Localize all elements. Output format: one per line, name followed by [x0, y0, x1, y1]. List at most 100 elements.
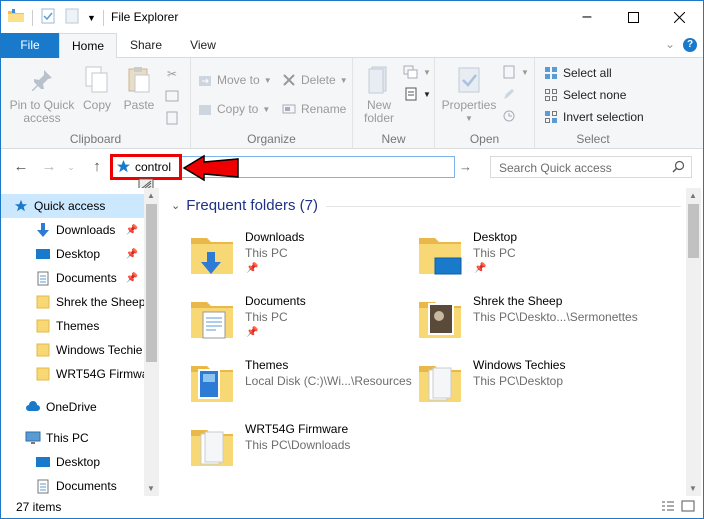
- pin-icon: 📌: [125, 272, 138, 284]
- qat-dropdown-icon[interactable]: ▼: [87, 13, 96, 23]
- nav-item-label: WRT54G Firmwa: [56, 367, 144, 381]
- nav-item-label: Shrek the Sheep: [56, 295, 144, 309]
- easy-access-icon: [403, 86, 419, 102]
- nav-item-themes[interactable]: Themes: [1, 314, 144, 338]
- nav-item-desktop[interactable]: Desktop 📌: [1, 242, 144, 266]
- select-none-label: Select none: [563, 88, 627, 102]
- select-none-button[interactable]: Select none: [543, 87, 626, 103]
- folder-tile[interactable]: Downloads This PC 📌: [189, 230, 419, 290]
- new-item-icon: [403, 64, 419, 80]
- new-folder-qat-icon[interactable]: [64, 8, 80, 27]
- folder-tile[interactable]: Documents This PC 📌: [189, 294, 419, 354]
- scroll-down-icon[interactable]: ▼: [689, 484, 697, 493]
- paste-shortcut-button[interactable]: [164, 110, 180, 126]
- scroll-up-icon[interactable]: ▲: [147, 191, 155, 200]
- folder-tile[interactable]: WRT54G Firmware This PC\Downloads: [189, 422, 419, 482]
- go-arrow-icon[interactable]: →: [459, 159, 472, 174]
- nav-pc-documents[interactable]: Documents: [1, 474, 144, 498]
- rename-button[interactable]: Rename: [281, 101, 346, 117]
- nav-item-downloads[interactable]: Downloads 📌: [1, 218, 144, 242]
- folder-icon: [35, 366, 51, 382]
- properties-qat-icon[interactable]: [40, 8, 56, 27]
- nav-item-label: Windows Techie: [56, 343, 143, 357]
- maximize-button[interactable]: [610, 1, 656, 33]
- frequent-folders-header[interactable]: ⌄ Frequent folders (7): [171, 197, 318, 214]
- close-button[interactable]: [656, 1, 702, 33]
- content-scroll-thumb[interactable]: [688, 204, 699, 258]
- move-to-button[interactable]: Move to ▼: [197, 72, 272, 88]
- folder-icon: [35, 294, 51, 310]
- new-group: New folder ▼ ▼ New: [353, 58, 435, 149]
- tab-home[interactable]: Home: [59, 33, 117, 59]
- select-all-button[interactable]: Select all: [543, 65, 612, 81]
- nav-onedrive[interactable]: OneDrive: [1, 395, 144, 419]
- open-group-label: Open: [469, 132, 500, 146]
- folder-tile[interactable]: Desktop This PC 📌: [417, 230, 647, 290]
- nav-item-label: Desktop: [56, 455, 101, 469]
- nav-quick-access[interactable]: Quick access: [1, 194, 144, 218]
- tab-view[interactable]: View: [177, 33, 229, 58]
- nav-scrollbar[interactable]: ▲ ▼: [144, 188, 159, 496]
- copy-path-button[interactable]: [164, 88, 180, 104]
- nav-pc-desktop[interactable]: Desktop: [1, 450, 144, 474]
- select-all-icon: [543, 65, 559, 81]
- nav-item-documents[interactable]: Documents 📌: [1, 266, 144, 290]
- new-folder-label: New folder: [363, 98, 395, 125]
- nav-this-pc[interactable]: This PC: [1, 426, 144, 450]
- invert-selection-button[interactable]: Invert selection: [543, 109, 644, 125]
- paste-button[interactable]: Paste: [121, 64, 157, 112]
- folder-tile[interactable]: Shrek the Sheep This PC\Deskto...\Sermone…: [417, 294, 647, 354]
- download-arrow-icon: [35, 222, 51, 238]
- clipboard-group: Pin to Quick access Copy Paste ✂ Clipboa…: [1, 58, 191, 149]
- help-icon[interactable]: ?: [683, 38, 697, 52]
- tab-file[interactable]: File: [1, 33, 59, 58]
- nav-scroll-thumb[interactable]: [146, 204, 157, 362]
- search-box[interactable]: Search Quick access: [490, 156, 692, 178]
- properties-button[interactable]: Properties ▼: [439, 64, 499, 125]
- forward-icon[interactable]: →: [39, 158, 59, 175]
- documents-icon: [35, 270, 51, 286]
- search-icon[interactable]: [672, 160, 685, 176]
- history-button[interactable]: [501, 108, 517, 124]
- cut-button[interactable]: ✂: [164, 66, 180, 82]
- pin-icon: 📌: [474, 263, 487, 274]
- pin-to-quick-access-label: Pin to Quick access: [9, 98, 75, 125]
- copy-button[interactable]: Copy: [79, 64, 115, 112]
- pin-icon: 📌: [125, 224, 138, 236]
- up-icon[interactable]: ↑: [87, 158, 107, 175]
- main-content: ⌄ Frequent folders (7) Downloads This PC 📌…: [161, 188, 701, 496]
- scroll-up-icon[interactable]: ▲: [689, 191, 697, 200]
- back-icon[interactable]: ←: [11, 158, 31, 175]
- folder-tile[interactable]: Windows Techies This PC\Desktop: [417, 358, 647, 418]
- organize-group-label: Organize: [247, 132, 296, 146]
- folder-app-icon: [7, 8, 25, 27]
- folder-tile[interactable]: Themes Local Disk (C:)\Wi...\Resources: [189, 358, 419, 418]
- scroll-down-icon[interactable]: ▼: [147, 484, 155, 493]
- easy-access-button[interactable]: ▼: [403, 86, 431, 102]
- folder-name: Shrek the Sheep: [473, 294, 563, 308]
- folder-icon: [191, 430, 233, 466]
- new-folder-button[interactable]: New folder: [359, 64, 399, 125]
- nav-item-windows-techies[interactable]: Windows Techie: [1, 338, 144, 362]
- delete-button[interactable]: Delete ▼: [281, 72, 348, 88]
- new-item-button[interactable]: ▼: [403, 64, 431, 80]
- new-folder-icon: [363, 64, 395, 96]
- edit-button[interactable]: [501, 86, 517, 102]
- large-icons-view-icon[interactable]: [681, 500, 695, 515]
- minimize-button[interactable]: –: [564, 1, 610, 33]
- folder-name: Themes: [245, 358, 289, 372]
- tab-share[interactable]: Share: [119, 33, 173, 58]
- pin-to-quick-access-button[interactable]: Pin to Quick access: [7, 64, 77, 125]
- recent-locations-icon[interactable]: ⌄: [61, 162, 81, 173]
- file-explorer-window: ▼ File Explorer – File Home Share View ⌄…: [0, 0, 704, 519]
- folder-icon: [419, 302, 461, 338]
- nav-item-shrek-the-sheep[interactable]: Shrek the Sheep: [1, 290, 144, 314]
- content-scrollbar[interactable]: ▲ ▼: [686, 188, 701, 496]
- details-view-icon[interactable]: [661, 500, 675, 515]
- invert-selection-icon: [543, 109, 559, 125]
- nav-item-wrt54g-firmware[interactable]: WRT54G Firmwa: [1, 362, 144, 386]
- open-button[interactable]: ▼: [501, 64, 529, 80]
- ribbon-expand-icon[interactable]: ⌄: [665, 37, 675, 51]
- history-icon: [501, 108, 517, 124]
- copy-to-button[interactable]: Copy to ▼: [197, 101, 270, 117]
